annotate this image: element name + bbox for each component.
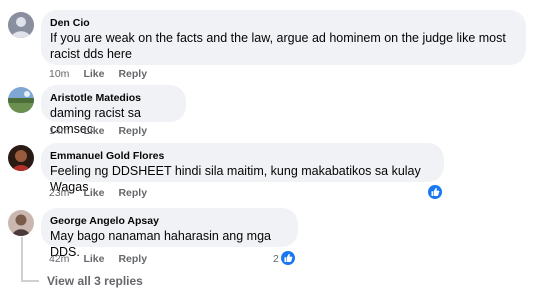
commenter-name[interactable]: Den Cio (50, 16, 516, 30)
like-button[interactable]: Like (83, 253, 104, 266)
avatar[interactable] (8, 12, 34, 38)
avatar[interactable] (8, 87, 34, 113)
like-button[interactable]: Like (83, 187, 104, 200)
avatar[interactable] (8, 210, 34, 236)
thumbs-up-icon[interactable] (427, 184, 443, 200)
landscape-photo-avatar (8, 87, 34, 113)
comment-bubble: George Angelo Apsay May bago nanaman hah… (41, 208, 298, 259)
like-button[interactable]: Like (83, 125, 104, 138)
comment-actions: 14m Like Reply (49, 125, 161, 138)
commenter-name[interactable]: Emmanuel Gold Flores (50, 149, 434, 163)
comment-text: If you are weak on the facts and the law… (50, 31, 506, 61)
comment-actions: 23m Like Reply (49, 187, 161, 200)
like-button[interactable]: Like (83, 68, 104, 81)
reply-thread-line (21, 237, 23, 280)
comment-timestamp[interactable]: 42m (49, 253, 69, 266)
comment-actions: 42m Like Reply (49, 253, 161, 266)
reply-button[interactable]: Reply (118, 125, 147, 138)
reaction-count[interactable]: 2 (273, 252, 279, 266)
comment-timestamp[interactable]: 10m (49, 68, 69, 81)
avatar[interactable] (8, 145, 34, 171)
comment-bubble: Emmanuel Gold Flores Feeling ng DDSHEET … (41, 143, 444, 194)
reply-thread-connector (21, 280, 39, 282)
comment-actions: 10m Like Reply (49, 68, 161, 81)
default-profile-icon (8, 12, 34, 38)
profile-photo-avatar (8, 145, 34, 171)
comment-timestamp[interactable]: 14m (49, 125, 69, 138)
thumbs-up-icon[interactable] (280, 250, 296, 266)
comment-bubble: Aristotle Matedios daming racist sa coms… (41, 85, 186, 136)
reply-button[interactable]: Reply (118, 253, 147, 266)
comment-bubble: Den Cio If you are weak on the facts and… (41, 10, 526, 65)
reply-button[interactable]: Reply (118, 187, 147, 200)
view-all-replies-link[interactable]: View all 3 replies (47, 274, 143, 289)
comment-timestamp[interactable]: 23m (49, 187, 69, 200)
profile-photo-avatar (8, 210, 34, 236)
commenter-name[interactable]: George Angelo Apsay (50, 214, 288, 228)
commenter-name[interactable]: Aristotle Matedios (50, 91, 176, 105)
reply-button[interactable]: Reply (118, 68, 147, 81)
